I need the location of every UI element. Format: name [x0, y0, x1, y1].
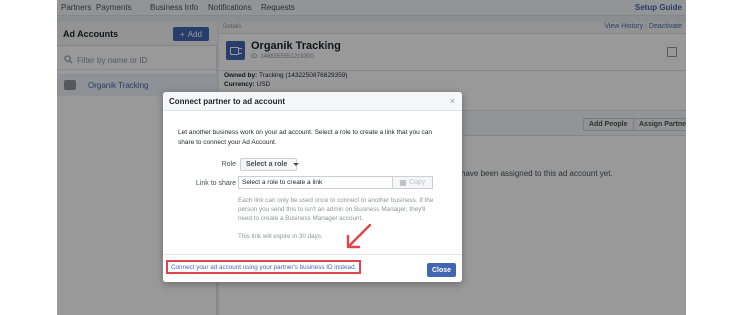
chevron-down-icon — [293, 163, 300, 166]
dialog-title: Connect partner to ad account — [169, 97, 286, 106]
dialog-description: Let another business work on your ad acc… — [178, 129, 433, 146]
close-button[interactable]: Close — [427, 263, 456, 277]
share-link-field[interactable]: Select a role to create a link — [238, 176, 393, 189]
close-icon[interactable]: × — [450, 96, 455, 106]
dialog-header: Connect partner to ad account × — [163, 92, 462, 111]
link-expiry-text: This link will expire in 30 days. — [238, 233, 323, 240]
dialog-footer: Connect your ad account using your partn… — [163, 254, 462, 282]
role-label: Role — [221, 161, 236, 168]
copy-button-label: Copy — [408, 179, 426, 186]
share-link-value: Select a role to create a link — [242, 179, 323, 186]
business-manager-app: Partners Payments Business Info Notifica… — [57, 0, 686, 315]
role-select-value: Select a role — [246, 161, 288, 168]
connect-by-business-id-link[interactable]: Connect your ad account using your partn… — [166, 260, 362, 274]
copy-icon — [399, 179, 406, 186]
link-to-share-label: Link to share — [195, 180, 236, 187]
link-help-text: Each link can only be used once to conne… — [238, 197, 434, 222]
role-select[interactable]: Select a role — [240, 158, 300, 171]
copy-button[interactable]: Copy — [393, 176, 433, 189]
red-arrow-annotation — [346, 223, 372, 249]
connect-partner-dialog: Connect partner to ad account × Let anot… — [163, 92, 462, 282]
